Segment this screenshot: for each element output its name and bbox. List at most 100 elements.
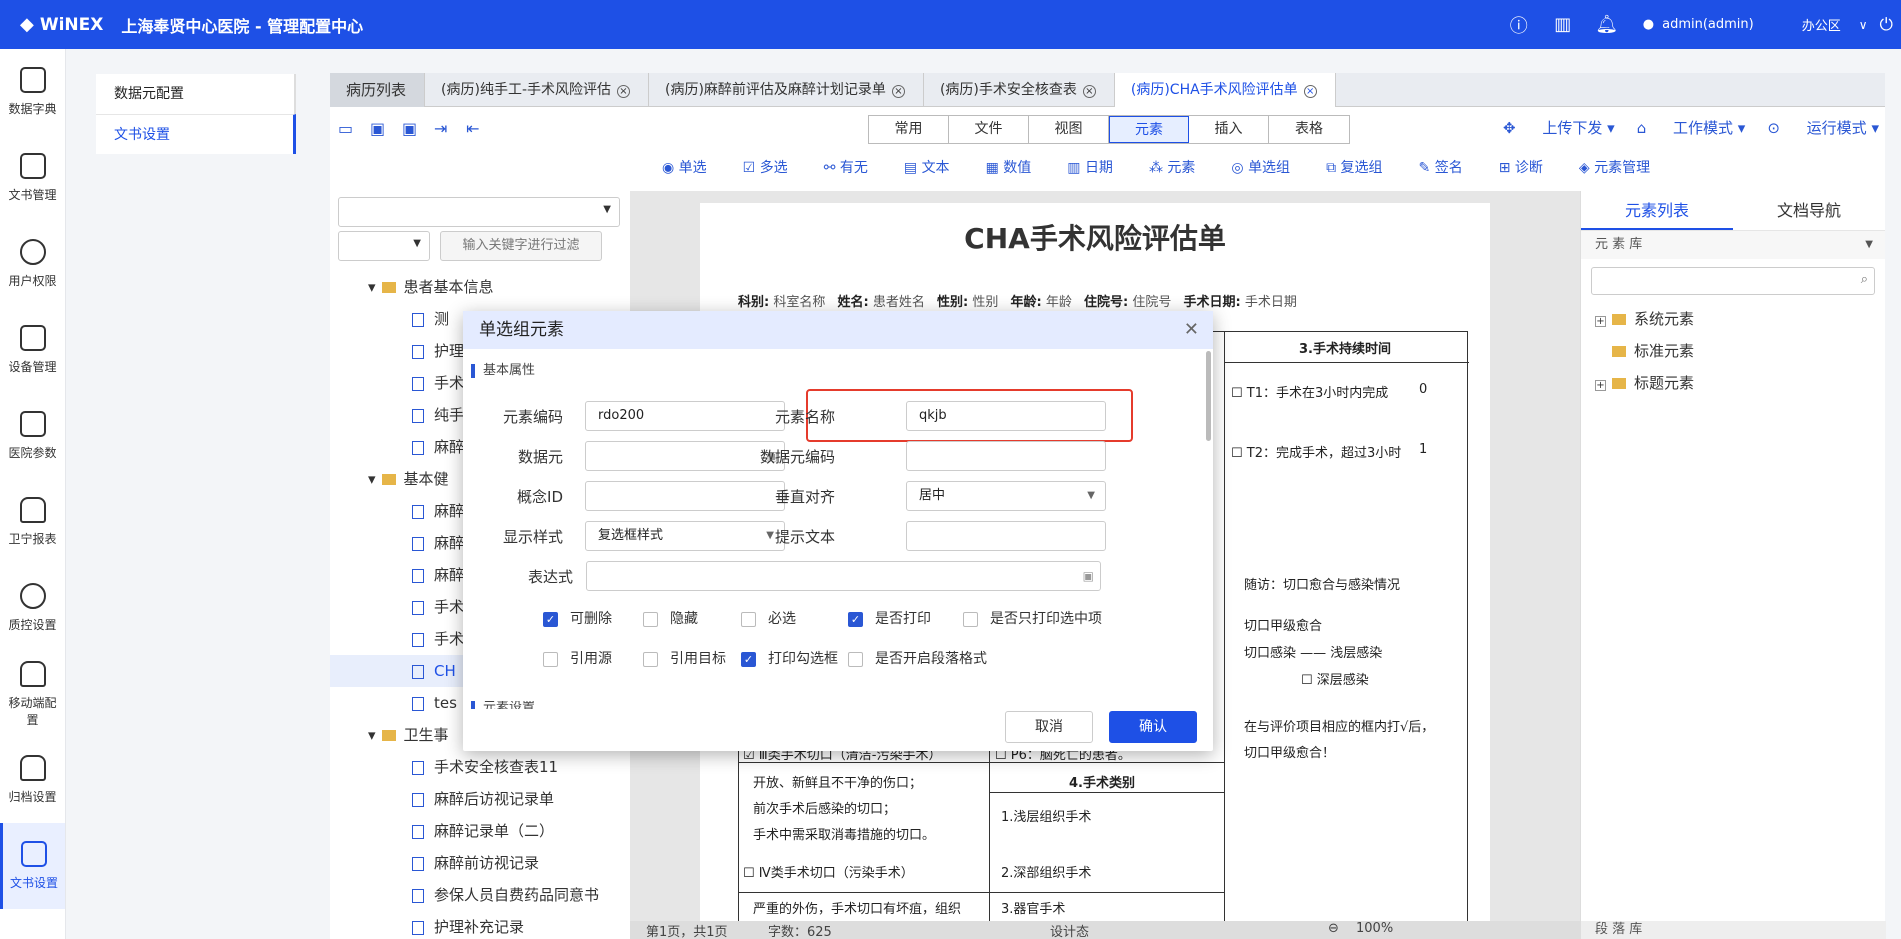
tab-element-list[interactable]: 元素列表 (1581, 191, 1733, 230)
confirm-button[interactable]: 确认 (1109, 711, 1197, 743)
radio-button[interactable]: ◉ 单选 (662, 157, 725, 177)
table-cell[interactable]: ☐ T1：手术在3小时内完成 (1231, 382, 1388, 401)
help-icon[interactable]: ⓘ (1497, 12, 1541, 38)
element-library-header[interactable]: 元 素 库 ▼ (1581, 231, 1885, 259)
diagnosis-button[interactable]: ⊞ 诊断 (1499, 157, 1561, 177)
mode-insert[interactable]: 插入 (1189, 116, 1269, 143)
type-select[interactable]: ▼ (338, 231, 430, 261)
date-button[interactable]: ▥ 日期 (1067, 157, 1131, 177)
tree-node-title-elements[interactable]: + 标题元素 (1581, 367, 1885, 399)
upload-dispatch-button[interactable]: ✥ 上传下发 ▾ (1503, 117, 1615, 138)
paragraph-library-header[interactable]: 段 落 库 (1581, 921, 1886, 939)
tree-node-standard-elements[interactable]: 标准元素 (1581, 335, 1885, 367)
nav-qc-settings[interactable]: 质控设置 (0, 565, 65, 651)
expression-input[interactable]: ▣ (586, 561, 1101, 591)
bell-icon[interactable]: 🔔︎ (1585, 14, 1629, 35)
tab-manual-surgery-risk[interactable]: (病历)纯手工-手术风险评估 × (425, 73, 649, 107)
nav-data-dictionary[interactable]: 数据字典 (0, 49, 65, 135)
check-group-button[interactable]: ⧉ 复选组 (1326, 157, 1400, 177)
export-icon[interactable]: ⇥ (434, 119, 466, 138)
mode-file[interactable]: 文件 (949, 116, 1029, 143)
text-button[interactable]: ▤ 文本 (904, 157, 968, 177)
table-cell[interactable]: ☐ T2：完成手术，超过3小时 (1231, 442, 1401, 461)
element-name-input[interactable]: qkjb (906, 401, 1106, 431)
user-menu[interactable]: ● admin(admin) (1643, 17, 1754, 32)
tab-surgery-safety[interactable]: (病历)手术安全核查表 × (924, 73, 1115, 107)
mode-view[interactable]: 视图 (1029, 116, 1109, 143)
close-icon[interactable]: × (617, 85, 630, 98)
mode-element[interactable]: 元素 (1109, 116, 1189, 143)
nav-document-settings[interactable]: 文书设置 (0, 823, 65, 909)
element-manage-button[interactable]: ◈ 元素管理 (1579, 157, 1668, 177)
subnav-data-element-config[interactable]: 数据元配置 (96, 74, 296, 114)
signature-button[interactable]: ✎ 签名 (1419, 157, 1481, 177)
nav-device-management[interactable]: 设备管理 (0, 307, 65, 393)
picker-icon[interactable]: ▣ (1083, 562, 1094, 590)
close-icon[interactable]: × (1303, 85, 1317, 98)
tree-item[interactable]: 参保人员自费药品同意书 (330, 879, 630, 911)
tree-item[interactable]: 麻醉记录单（二） (330, 815, 630, 847)
checkbox-hidden[interactable]: 隐藏 (643, 608, 698, 628)
radio-group-button[interactable]: ◎ 单选组 (1231, 157, 1308, 177)
subnav-document-settings[interactable]: 文书设置 (96, 114, 296, 154)
tree-folder[interactable]: ▾ 患者基本信息 (330, 271, 630, 303)
book-open-icon[interactable]: ▥ (1541, 14, 1585, 35)
tree-item[interactable]: 麻醉后访视记录单 (330, 783, 630, 815)
tab-document-nav[interactable]: 文档导航 (1733, 191, 1885, 230)
run-mode-button[interactable]: ⊙ 运行模式 ▾ (1767, 117, 1879, 138)
tab-anesthesia-eval[interactable]: (病历)麻醉前评估及麻醉计划记录单 × (649, 73, 924, 107)
table-cell[interactable]: ☐ Ⅳ类手术切口（污染手术） (743, 862, 914, 881)
checkbox-required[interactable]: 必选 (741, 608, 796, 628)
category-select[interactable]: ▼ (338, 197, 620, 227)
nav-hospital-params[interactable]: 医院参数 (0, 393, 65, 479)
save-icon[interactable]: ▣ (370, 119, 402, 138)
tree-node-system-elements[interactable]: + 系统元素 (1581, 303, 1885, 335)
checkbox-print-checkbox[interactable]: ✓ 打印勾选框 (741, 648, 838, 668)
has-none-button[interactable]: ⚯ 有无 (824, 157, 886, 177)
close-icon[interactable]: ✕ (1184, 311, 1199, 349)
mode-common[interactable]: 常用 (869, 116, 949, 143)
open-file-icon[interactable]: ▭ (338, 119, 370, 138)
nav-document-management[interactable]: 文书管理 (0, 135, 65, 221)
dialog-scrollbar[interactable] (1206, 351, 1211, 441)
element-search-input[interactable]: ⌕ (1591, 267, 1875, 295)
import-icon[interactable]: ⇤ (466, 119, 498, 138)
cancel-button[interactable]: 取消 (1005, 711, 1093, 743)
checkbox-reference-target[interactable]: 引用目标 (643, 648, 726, 668)
data-element-code-input[interactable] (906, 441, 1106, 471)
mode-table[interactable]: 表格 (1269, 116, 1349, 143)
work-mode-button[interactable]: ⌂ 工作模式 ▾ (1637, 117, 1746, 138)
edit-mode-status: 设计态 (1050, 925, 1090, 939)
number-button[interactable]: ▦ 数值 (986, 157, 1050, 177)
close-icon[interactable]: × (891, 85, 905, 98)
table-cell[interactable]: ☐ 深层感染 (1301, 669, 1369, 688)
tab-record-list[interactable]: 病历列表 (330, 73, 426, 107)
checkbox-reference-source[interactable]: 引用源 (543, 648, 612, 668)
nav-mobile-config[interactable]: 移动端配置 (0, 651, 65, 737)
filter-input[interactable]: 输入关键字进行过滤 (440, 231, 602, 261)
hint-text-input[interactable] (906, 521, 1106, 551)
tree-item[interactable]: 手术安全核查表11 (330, 751, 630, 783)
vertical-align-select[interactable]: 居中 ▼ (906, 481, 1106, 511)
tree-item[interactable]: 护理补充记录 (330, 911, 630, 939)
nav-archive-settings[interactable]: 归档设置 (0, 737, 65, 823)
checkbox-paragraph-format[interactable]: 是否开启段落格式 (848, 648, 987, 668)
checkbox-button[interactable]: ☑ 多选 (743, 157, 806, 177)
close-icon[interactable]: × (1082, 85, 1096, 98)
tab-cha-surgery-risk[interactable]: (病历)CHA手术风险评估单 × (1114, 73, 1336, 107)
save-as-icon[interactable]: ▣ (402, 119, 434, 138)
checkbox-print-selected-only[interactable]: 是否只打印选中项 (963, 608, 1102, 628)
office-selector[interactable]: 办公区 (1802, 15, 1841, 34)
checkbox-deletable[interactable]: ✓ 可删除 (543, 608, 612, 628)
section-basic-properties: 基本属性 (471, 364, 535, 378)
zoom-out-icon[interactable]: ⊖ (1328, 921, 1339, 936)
chevron-down-icon[interactable]: ∨ (1859, 18, 1868, 32)
nav-winning-reports[interactable]: 卫宁报表 (0, 479, 65, 565)
expand-icon[interactable]: + (1595, 316, 1606, 327)
expand-icon[interactable]: + (1595, 380, 1606, 391)
element-button[interactable]: ⁂ 元素 (1149, 157, 1213, 177)
checkbox-print[interactable]: ✓ 是否打印 (848, 608, 931, 628)
tree-item[interactable]: 麻醉前访视记录 (330, 847, 630, 879)
power-icon[interactable]: ⏻ (1880, 15, 1893, 35)
nav-user-permissions[interactable]: 用户权限 (0, 221, 65, 307)
